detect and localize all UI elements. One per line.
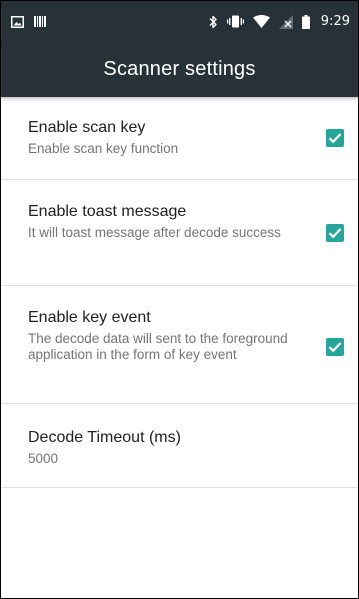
barcode-icon — [34, 16, 46, 27]
vibrate-icon — [226, 15, 244, 28]
toast-message-checkbox[interactable] — [326, 224, 344, 242]
pref-enable-key-event[interactable]: Enable key event The decode data will se… — [1, 286, 358, 404]
preference-list: Enable scan key Enable scan key function… — [1, 97, 358, 488]
pref-enable-scan-key[interactable]: Enable scan key Enable scan key function — [1, 97, 358, 180]
checkmark-icon — [328, 133, 342, 144]
pref-decode-timeout[interactable]: Decode Timeout (ms) 5000 — [1, 404, 358, 488]
no-signal-icon — [278, 14, 293, 29]
app-window: 9:29 Scanner settings Enable scan key En… — [0, 0, 359, 599]
pref-title: Decode Timeout (ms) — [28, 429, 181, 446]
image-icon — [11, 15, 24, 28]
pref-enable-toast-message[interactable]: Enable toast message It will toast messa… — [1, 180, 358, 286]
checkmark-icon — [328, 228, 342, 239]
status-right-icons: 9:29 — [209, 14, 350, 29]
pref-summary: The decode data will sent to the foregro… — [28, 331, 288, 362]
status-bar: 9:29 — [1, 1, 358, 42]
scan-key-checkbox[interactable] — [326, 129, 344, 147]
pref-title: Enable scan key — [28, 119, 146, 136]
key-event-checkbox[interactable] — [326, 338, 344, 356]
pref-value: 5000 — [28, 451, 59, 466]
checkmark-icon — [328, 342, 342, 353]
pref-summary: It will toast message after decode succe… — [28, 225, 281, 240]
wifi-icon — [252, 15, 270, 28]
status-left-icons — [11, 15, 209, 28]
pref-summary: Enable scan key function — [28, 141, 179, 156]
pref-title: Enable key event — [28, 309, 151, 326]
action-bar: Scanner settings — [1, 42, 358, 97]
bluetooth-icon — [209, 15, 218, 29]
battery-icon — [301, 14, 310, 29]
status-time: 9:29 — [320, 14, 350, 29]
page-title: Scanner settings — [103, 58, 256, 80]
pref-title: Enable toast message — [28, 203, 187, 220]
